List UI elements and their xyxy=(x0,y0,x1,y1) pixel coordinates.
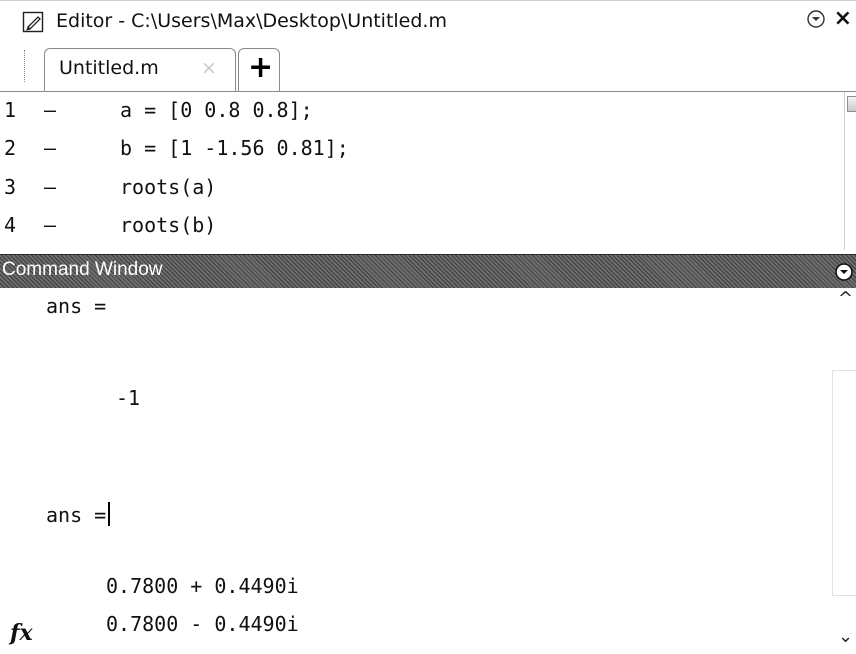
line-marker[interactable]: – xyxy=(44,175,56,199)
editor-scrollbar[interactable] xyxy=(844,92,856,250)
editor-scroll-thumb[interactable] xyxy=(847,96,856,112)
close-icon[interactable]: × xyxy=(834,8,852,30)
line-number: 3 xyxy=(4,175,17,199)
scroll-up-icon[interactable]: ^ xyxy=(838,288,853,309)
code-text[interactable]: a = [0 0.8 0.8]; xyxy=(120,98,313,122)
output-line: -1 xyxy=(116,386,141,410)
line-marker[interactable]: – xyxy=(44,136,56,160)
fx-icon[interactable]: fx xyxy=(10,620,33,646)
output-line: ans = xyxy=(46,294,107,318)
command-window-scrollbar[interactable]: ^ ⌄ xyxy=(832,288,856,654)
output-line: 0.7800 + 0.4490i xyxy=(106,574,299,598)
text-cursor xyxy=(108,502,111,526)
editor-titlebar: Editor - C:\Users\Max\Desktop\Untitled.m… xyxy=(0,0,856,44)
output-line: ans = xyxy=(46,502,111,527)
output-text: ans = xyxy=(46,503,107,527)
tab-label: Untitled.m xyxy=(59,57,159,79)
code-editor[interactable]: 1 – a = [0 0.8 0.8]; 2 – b = [1 -1.56 0.… xyxy=(0,92,844,250)
editor-tabstrip: Untitled.m × + xyxy=(0,44,856,92)
tab-grip[interactable] xyxy=(24,50,27,82)
code-line[interactable]: 1 – a = [0 0.8 0.8]; xyxy=(0,98,313,128)
editor-title: Editor - C:\Users\Max\Desktop\Untitled.m xyxy=(56,10,447,32)
line-number: 4 xyxy=(4,213,17,237)
plus-icon: + xyxy=(248,50,274,85)
code-text[interactable]: roots(b) xyxy=(120,213,216,237)
code-text[interactable]: b = [1 -1.56 0.81]; xyxy=(120,136,349,160)
code-line[interactable]: 4 – roots(b) xyxy=(0,213,216,243)
line-marker[interactable]: – xyxy=(44,98,56,122)
tab-untitled-m[interactable]: Untitled.m × xyxy=(44,48,236,92)
scroll-down-icon[interactable]: ⌄ xyxy=(838,626,853,647)
code-line[interactable]: 3 – roots(a) xyxy=(0,175,216,205)
new-tab-button[interactable]: + xyxy=(238,48,280,92)
pencil-page-icon xyxy=(22,11,44,33)
circle-chevron-down-icon[interactable] xyxy=(834,262,854,282)
code-text[interactable]: roots(a) xyxy=(120,175,216,199)
code-line[interactable]: 2 – b = [1 -1.56 0.81]; xyxy=(0,136,349,166)
title-actions: × xyxy=(806,8,852,30)
command-window-header: Command Window xyxy=(0,254,856,288)
line-marker[interactable]: – xyxy=(44,213,56,237)
tab-close-icon[interactable]: × xyxy=(201,57,217,79)
output-line: 0.7800 - 0.4490i xyxy=(106,612,299,636)
scroll-track[interactable] xyxy=(832,370,856,596)
line-number: 2 xyxy=(4,136,17,160)
line-number: 1 xyxy=(4,98,17,122)
circle-chevron-down-icon[interactable] xyxy=(806,9,826,29)
command-window-title: Command Window xyxy=(2,259,163,280)
command-window-output[interactable]: ans = -1 ans = 0.7800 + 0.4490i 0.7800 -… xyxy=(0,288,832,654)
